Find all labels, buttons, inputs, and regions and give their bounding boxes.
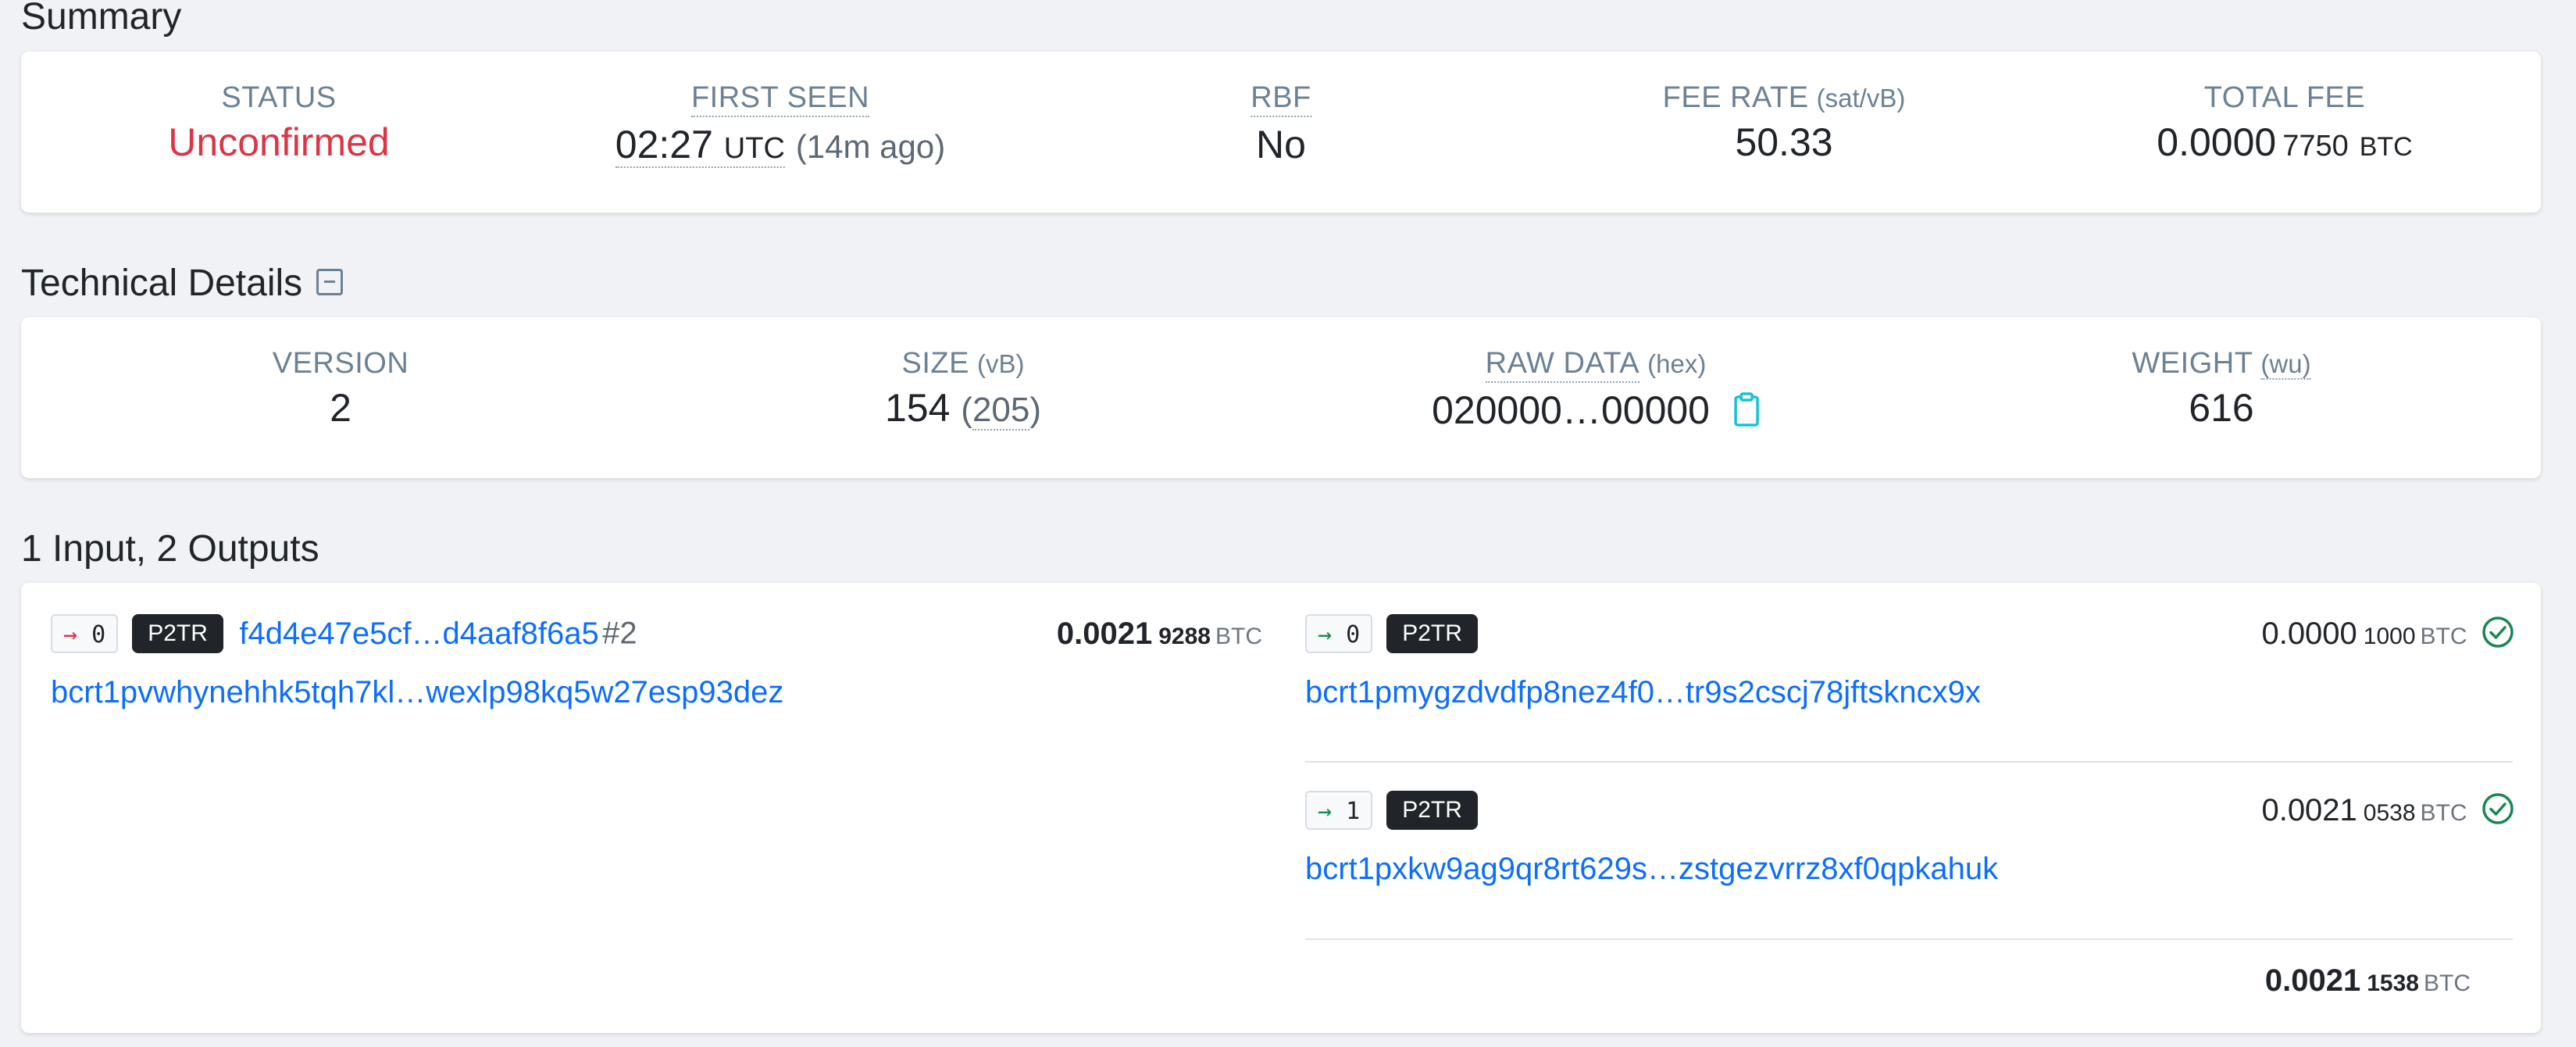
input-header: → 0 P2TR f4d4e47e5cf…d4aaf8f6a5 #2 (51, 614, 637, 653)
output-1-address-link[interactable]: bcrt1pxkw9ag9qr8rt629s…zstgezvrrz8xf0qpk… (1305, 852, 1998, 887)
raw-data-value: 020000…00000 (1432, 388, 1760, 436)
divider (1305, 761, 2513, 763)
collapse-toggle-icon[interactable] (316, 269, 344, 296)
first-seen-time[interactable]: 02:27 UTC (615, 123, 785, 168)
status-label: STATUS (221, 81, 337, 114)
output-1-index-pill[interactable]: → 1 (1305, 791, 1373, 830)
input-type-badge: P2TR (132, 614, 223, 653)
fee-rate-stat: FEE RATE (sat/vB) 50.33 (1663, 81, 1906, 165)
summary-card: STATUS Unconfirmed FIRST SEEN 02:27 UTC … (21, 52, 2541, 213)
output-0-index-pill[interactable]: → 0 (1305, 614, 1373, 653)
technical-heading: Technical Details (21, 262, 344, 305)
fee-rate-value: 50.33 (1735, 120, 1833, 164)
io-heading: 1 Input, 2 Outputs (21, 528, 319, 570)
raw-data-label[interactable]: RAW DATA (1485, 347, 1640, 383)
summary-heading: Summary (21, 0, 182, 38)
status-stat: STATUS Unconfirmed (168, 81, 389, 165)
spent-check-icon (2481, 616, 2514, 665)
first-seen-stat: FIRST SEEN 02:27 UTC (14m ago) (615, 81, 946, 168)
fee-rate-unit: (sat/vB) (1816, 84, 1906, 113)
output-1-header: → 1 P2TR (1305, 791, 1478, 830)
weight-value: 616 (2189, 386, 2254, 430)
weight-label: WEIGHT (2132, 347, 2253, 380)
output-1-amount: 0.0021 0538 BTC (2261, 791, 2514, 842)
size-unit: (vB) (976, 349, 1025, 378)
version-label: VERSION (272, 347, 409, 380)
spent-check-icon (2481, 792, 2514, 842)
raw-data-unit: (hex) (1647, 349, 1707, 378)
rbf-value: No (1256, 123, 1306, 166)
output-0-header: → 0 P2TR (1305, 614, 1478, 653)
output-0-type-badge: P2TR (1386, 614, 1478, 653)
fee-rate-label: FEE RATE (1662, 81, 1809, 114)
outputs-total: 0.0021 1538 BTC (2264, 963, 2471, 998)
first-seen-label[interactable]: FIRST SEEN (690, 81, 870, 117)
rbf-stat: RBF No (1251, 81, 1311, 167)
input-index-pill[interactable]: → 0 (51, 614, 119, 653)
output-0-address-link[interactable]: bcrt1pmygzdvdfp8nez4f0…tr9s2cscj78jftskn… (1305, 675, 1981, 710)
first-seen-ago: (14m ago) (795, 128, 946, 165)
raw-data-stat: RAW DATA (hex) 020000…00000 (1432, 347, 1760, 436)
total-fee-label: TOTAL FEE (2203, 81, 2366, 114)
output-0-amount: 0.0000 1000 BTC (2261, 614, 2514, 665)
input-amount: 0.0021 9288 BTC (1056, 616, 1262, 651)
input-txid-link[interactable]: f4d4e47e5cf…d4aaf8f6a5 (239, 616, 598, 651)
size-label: SIZE (901, 347, 969, 380)
version-stat: VERSION 2 (273, 347, 409, 431)
input-vout: #2 (602, 616, 637, 651)
weight-stat: WEIGHT (wu) 616 (2132, 347, 2311, 431)
size-raw[interactable]: 205 (972, 391, 1030, 431)
output-1-type-badge: P2TR (1386, 791, 1478, 830)
divider (1305, 938, 2513, 940)
version-value: 2 (330, 386, 351, 430)
io-card: → 0 P2TR f4d4e47e5cf…d4aaf8f6a5 #2 0.0021… (21, 583, 2541, 1033)
rbf-label[interactable]: RBF (1251, 81, 1311, 117)
technical-card: VERSION 2 SIZE (vB) 154 (205) RAW DATA (he… (21, 317, 2541, 478)
size-stat: SIZE (vB) 154 (205) (885, 347, 1041, 431)
clipboard-icon[interactable] (1733, 391, 1760, 436)
weight-unit[interactable]: (wu) (2260, 349, 2311, 380)
status-value: Unconfirmed (168, 120, 390, 164)
total-fee-value: 0.0000 7750 BTC (2157, 120, 2413, 164)
total-fee-stat: TOTAL FEE 0.0000 7750 BTC (2157, 81, 2412, 165)
size-value: 154 (205) (884, 386, 1042, 431)
input-address-link[interactable]: bcrt1pvwhynehhk5tqh7kl…wexlp98kq5w27esp9… (51, 675, 783, 710)
